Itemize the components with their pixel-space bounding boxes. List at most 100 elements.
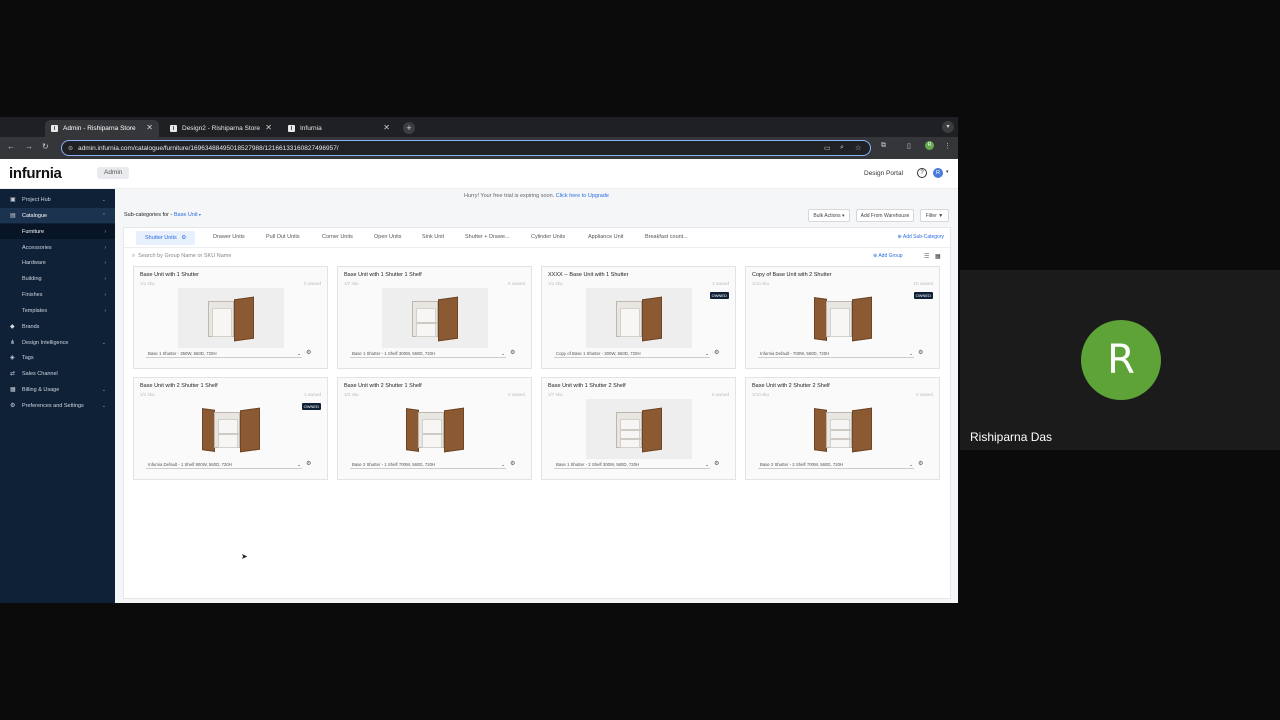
admin-badge: Admin bbox=[97, 167, 130, 179]
gear-icon[interactable]: ⚙ bbox=[918, 349, 923, 356]
hierarchy-icon: ⋔ bbox=[10, 340, 16, 346]
sku-dropdown[interactable]: Copy of Base 1 Shutter - 300W, 560D, 720… bbox=[554, 349, 710, 358]
reload-icon[interactable]: ↻ bbox=[42, 142, 49, 151]
product-card[interactable]: XXXX -- Base Unit with 1 Shutter 1/1 sku… bbox=[541, 266, 736, 369]
plus-circle-icon: ⊕ bbox=[873, 253, 878, 259]
subcategory-selector[interactable]: Sub-categories for - Base Unit ▾ bbox=[124, 212, 201, 218]
tab-search-icon[interactable]: ▾ bbox=[942, 121, 954, 133]
side-panel-icon[interactable]: ▯ bbox=[907, 142, 911, 150]
design-portal-link[interactable]: Design Portal bbox=[864, 170, 903, 177]
sidebar-item-design-intelligence[interactable]: ⋔ Design Intelligence ⌄ bbox=[0, 335, 115, 350]
add-from-warehouse-button[interactable]: Add From Warehouse bbox=[856, 209, 914, 222]
gear-icon[interactable]: ⚙ bbox=[510, 349, 515, 356]
chevron-down-icon[interactable]: ▾ bbox=[946, 169, 949, 175]
sku-dropdown[interactable]: Infurnia Default - 700W, 560D, 720H ⌄ bbox=[758, 349, 914, 358]
gear-icon[interactable]: ⚙ bbox=[918, 460, 923, 467]
bulk-actions-button[interactable]: Bulk Actions ▾ bbox=[808, 209, 850, 222]
sidebar-item-sales-channel[interactable]: ⇄ Sales Channel bbox=[0, 366, 115, 381]
tab-shutter-drawer[interactable]: Shutter + Drawe... bbox=[465, 234, 509, 240]
back-icon[interactable]: ← bbox=[7, 142, 15, 151]
cast-icon[interactable]: ▭ bbox=[824, 144, 831, 152]
sidebar-item-label: Templates bbox=[22, 307, 48, 314]
browser-tab-admin[interactable]: I Admin - Rishiparna Store ✕ bbox=[45, 120, 159, 137]
add-subcategory-button[interactable]: ⊕ Add Sub-Category bbox=[898, 234, 944, 240]
product-card[interactable]: Base Unit with 2 Shutter 2 Shelf 1/10 sk… bbox=[745, 377, 940, 480]
filter-button[interactable]: Filter ▼ bbox=[920, 209, 949, 222]
subcategory-value[interactable]: Base Unit bbox=[174, 212, 198, 218]
browser-profile-avatar[interactable]: R bbox=[925, 141, 934, 150]
address-bar[interactable]: ⊜ admin.infurnia.com/catalogue/furniture… bbox=[61, 140, 871, 156]
sidebar-item-accessories[interactable]: Accessories › bbox=[0, 240, 115, 255]
sidebar-item-furniture[interactable]: Furniture › bbox=[0, 224, 115, 239]
sku-dropdown[interactable]: Infurnia Default - 1 Shelf 900W, 560D, 7… bbox=[146, 460, 302, 469]
subcategory-prefix: Sub-categories for - bbox=[124, 212, 173, 218]
cabinet-image bbox=[178, 399, 284, 459]
tab-shutter-units[interactable]: Shutter Units ⚙ bbox=[136, 231, 196, 245]
product-card[interactable]: Base Unit with 2 Shutter 1 Shelf 1/3 sku… bbox=[337, 377, 532, 480]
tab-breakfast-counter[interactable]: Breakfast count... bbox=[645, 234, 688, 240]
infurnia-logo[interactable]: infurnia bbox=[9, 165, 62, 182]
gear-icon[interactable]: ⚙ bbox=[306, 349, 311, 356]
sku-dropdown[interactable]: Base 1 Shutter - 2 Shelf 300W, 560D, 720… bbox=[554, 460, 710, 469]
list-view-icon[interactable]: ☰ bbox=[924, 253, 929, 260]
close-tab-icon[interactable]: ✕ bbox=[383, 123, 390, 132]
user-avatar[interactable]: R bbox=[933, 168, 943, 178]
sidebar-item-building[interactable]: Building › bbox=[0, 271, 115, 286]
tab-drawer-units[interactable]: Drawer Units bbox=[213, 234, 245, 240]
close-tab-icon[interactable]: ✕ bbox=[146, 123, 153, 132]
close-tab-icon[interactable]: ✕ bbox=[265, 123, 272, 132]
new-tab-button[interactable]: + bbox=[403, 122, 415, 134]
tab-sink-unit[interactable]: Sink Unit bbox=[422, 234, 444, 240]
sku-dropdown[interactable]: Base 2 Shutter - 1 Shelf 700W, 560D, 720… bbox=[350, 460, 506, 469]
tab-pull-out-units[interactable]: Pull Out Units bbox=[266, 234, 300, 240]
product-card[interactable]: Base Unit with 1 Shutter 1 Shelf 1/7 sku… bbox=[337, 266, 532, 369]
participant-tile[interactable]: R Rishiparna Das bbox=[960, 270, 1280, 450]
mouse-cursor-icon: ➤ bbox=[241, 552, 248, 561]
search-input[interactable]: ⌕ Search by Group Name or SKU Name bbox=[132, 253, 231, 260]
zoom-icon[interactable]: ⌕ bbox=[840, 144, 844, 152]
gear-icon[interactable]: ⚙ bbox=[714, 349, 719, 356]
product-card[interactable]: Copy of Base Unit with 2 Shutter 1/10 sk… bbox=[745, 266, 940, 369]
grid-view-icon[interactable]: ▦ bbox=[935, 253, 941, 260]
bookmark-star-icon[interactable]: ☆ bbox=[855, 144, 861, 152]
sidebar-item-tags[interactable]: ◈ Tags bbox=[0, 350, 115, 365]
sidebar-item-billing[interactable]: ▦ Billing & Usage ⌄ bbox=[0, 382, 115, 397]
browser-tab-design2[interactable]: I Design2 - Rishiparna Store ✕ bbox=[164, 120, 278, 137]
tab-appliance-unit[interactable]: Appliance Unit bbox=[588, 234, 623, 240]
tab-label: Admin - Rishiparna Store bbox=[63, 125, 136, 132]
sidebar-item-finishes[interactable]: Finishes › bbox=[0, 287, 115, 302]
sidebar-item-project-hub[interactable]: ▣ Project Hub ⌄ bbox=[0, 192, 115, 207]
sku-dropdown[interactable]: Base 2 Shutter - 2 Shelf 700W, 560D, 720… bbox=[758, 460, 914, 469]
site-info-icon[interactable]: ⊜ bbox=[68, 145, 73, 152]
gear-icon[interactable]: ⚙ bbox=[510, 460, 515, 467]
add-group-button[interactable]: ⊕ Add Group bbox=[873, 253, 903, 259]
sku-dropdown[interactable]: Base 1 Shutter - 350W, 560D, 720H ⌄ bbox=[146, 349, 302, 358]
sidebar-item-hardware[interactable]: Hardware › bbox=[0, 255, 115, 270]
browser-tab-infurnia[interactable]: I Infurnia ✕ bbox=[282, 120, 396, 137]
sku-count: 1/3 sku bbox=[344, 392, 359, 397]
sidebar-item-templates[interactable]: Templates › bbox=[0, 303, 115, 318]
tab-corner-units[interactable]: Corner Units bbox=[322, 234, 353, 240]
gear-icon[interactable]: ⚙ bbox=[714, 460, 719, 467]
cabinet-image bbox=[790, 399, 896, 459]
sidebar-item-label: Billing & Usage bbox=[22, 386, 60, 393]
gear-icon[interactable]: ⚙ bbox=[306, 460, 311, 467]
tab-cylinder-units[interactable]: Cylinder Units bbox=[531, 234, 565, 240]
sidebar-item-brands[interactable]: ◆ Brands bbox=[0, 319, 115, 334]
extensions-icon[interactable]: ⧉ bbox=[881, 142, 886, 150]
sku-dropdown[interactable]: Base 1 Shutter - 1 Shelf 300W, 560D, 720… bbox=[350, 349, 506, 358]
product-card[interactable]: Base Unit with 1 Shutter 2 Shelf 1/7 sku… bbox=[541, 377, 736, 480]
product-card[interactable]: Base Unit with 2 Shutter 1 Shelf 1/1 sku… bbox=[133, 377, 328, 480]
upgrade-link[interactable]: Click here to Upgrade bbox=[556, 193, 609, 199]
forward-icon[interactable]: → bbox=[25, 142, 33, 151]
help-icon[interactable]: ? bbox=[917, 168, 927, 178]
sidebar-item-preferences[interactable]: ⚙ Preferences and Settings ⌄ bbox=[0, 398, 115, 413]
sidebar-item-catalogue[interactable]: ▤ Catalogue ⌃ bbox=[0, 208, 115, 223]
sidebar-item-label: Design Intelligence bbox=[22, 339, 69, 346]
gear-icon[interactable]: ⚙ bbox=[181, 235, 186, 241]
tab-open-units[interactable]: Open Units bbox=[374, 234, 402, 240]
sidebar-item-label: Sales Channel bbox=[22, 370, 58, 377]
product-card[interactable]: Base Unit with 1 Shutter 1/1 sku 0 owned… bbox=[133, 266, 328, 369]
browser-menu-icon[interactable]: ⋮ bbox=[944, 142, 951, 150]
search-icon: ⌕ bbox=[132, 253, 136, 259]
